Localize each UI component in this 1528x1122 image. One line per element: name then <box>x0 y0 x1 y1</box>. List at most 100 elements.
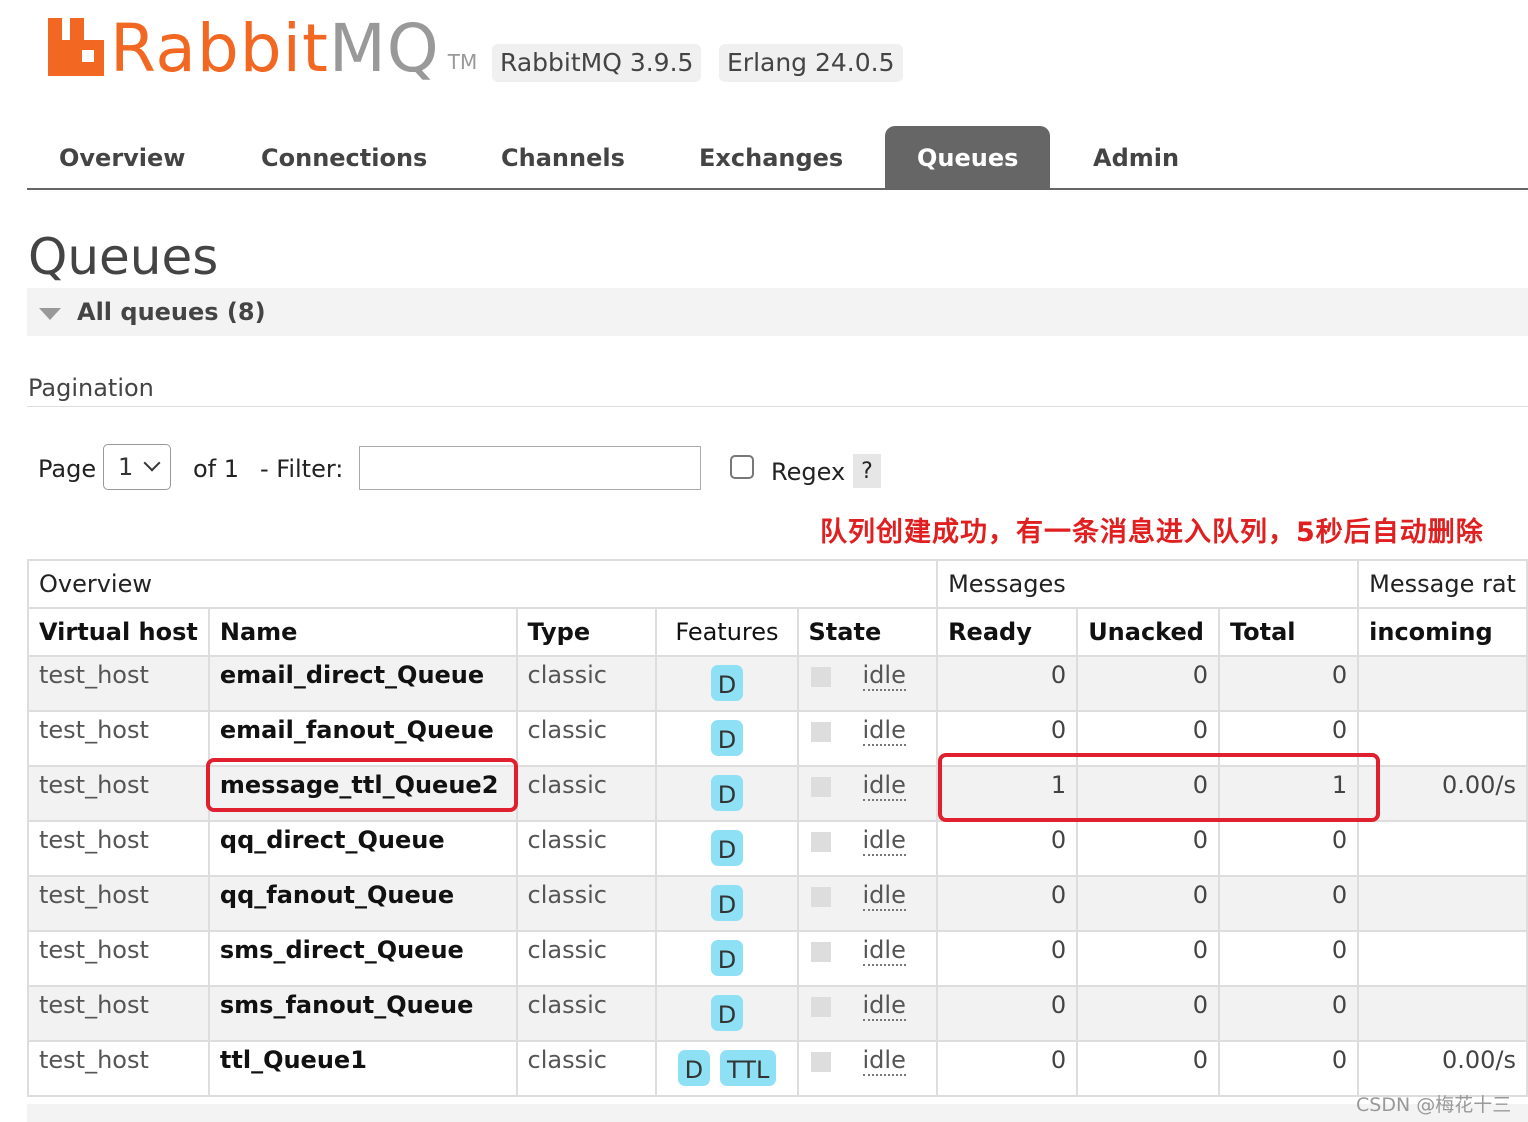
divider <box>27 406 1528 407</box>
column-header-features: Features <box>655 607 799 657</box>
durable-feature-badge: D <box>710 995 744 1031</box>
unacked-count: 0 <box>1076 875 1220 932</box>
durable-feature-badge: D <box>710 665 744 701</box>
vhost-cell: test_host <box>27 765 210 822</box>
rabbitmq-version-badge: RabbitMQ 3.9.5 <box>492 44 702 82</box>
type-cell: classic <box>515 765 658 822</box>
durable-feature-badge: D <box>710 830 744 866</box>
type-cell: classic <box>515 820 658 877</box>
vhost-cell: test_host <box>27 820 210 877</box>
column-header-incoming[interactable]: incoming <box>1357 607 1528 657</box>
features-cell: D <box>655 710 799 767</box>
queue-name-link[interactable]: qq_fanout_Queue <box>207 875 518 932</box>
incoming-rate <box>1357 655 1528 712</box>
durable-feature-badge: D <box>677 1050 711 1086</box>
queue-name-link[interactable]: qq_direct_Queue <box>207 820 518 877</box>
page-label: Page <box>38 455 97 483</box>
incoming-rate <box>1357 820 1528 877</box>
all-queues-section-header[interactable]: All queues (8) <box>27 288 1528 336</box>
unacked-count: 0 <box>1076 820 1220 877</box>
incoming-rate: 0.00/s <box>1357 1040 1528 1097</box>
durable-feature-badge: D <box>710 775 744 811</box>
next-section-header <box>27 1104 1528 1122</box>
group-header-overview: Overview <box>26 559 939 609</box>
durable-feature-badge: D <box>710 940 744 976</box>
tab-admin[interactable]: Admin <box>1061 126 1211 188</box>
chevron-down-icon <box>143 454 161 472</box>
filter-input[interactable] <box>359 446 701 490</box>
queue-name-link[interactable]: sms_direct_Queue <box>207 930 518 987</box>
vhost-cell: test_host <box>27 985 210 1042</box>
logo-text: RabbitMQ <box>110 10 440 87</box>
vhost-cell: test_host <box>27 875 210 932</box>
erlang-version-badge: Erlang 24.0.5 <box>719 44 903 82</box>
help-button[interactable]: ? <box>853 454 881 488</box>
type-cell: classic <box>515 875 658 932</box>
total-count: 0 <box>1217 655 1360 712</box>
regex-checkbox[interactable] <box>730 455 754 479</box>
queue-name-link[interactable]: email_direct_Queue <box>207 655 518 712</box>
tab-exchanges[interactable]: Exchanges <box>667 126 875 188</box>
state-cell: idle <box>796 875 939 932</box>
unacked-count: 0 <box>1076 655 1220 712</box>
features-cell: D <box>655 875 799 932</box>
column-header-state[interactable]: State <box>796 607 939 657</box>
type-cell: classic <box>515 655 658 712</box>
column-header-virtual-host[interactable]: Virtual host <box>27 607 210 657</box>
state-indicator-icon <box>810 722 831 742</box>
ready-count: 0 <box>936 655 1079 712</box>
group-header-message-rates: Message rat <box>1357 559 1528 609</box>
column-header-total[interactable]: Total <box>1217 607 1360 657</box>
column-header-type[interactable]: Type <box>515 607 658 657</box>
column-header-ready[interactable]: Ready <box>936 607 1079 657</box>
total-count: 0 <box>1217 985 1360 1042</box>
total-count: 0 <box>1217 875 1360 932</box>
type-cell: classic <box>515 1040 658 1097</box>
ready-count: 0 <box>936 820 1079 877</box>
filter-label: - Filter: <box>260 455 344 483</box>
state-label: idle <box>862 826 906 856</box>
tab-channels[interactable]: Channels <box>469 126 657 188</box>
state-indicator-icon <box>810 832 831 852</box>
state-indicator-icon <box>810 942 831 962</box>
table-row: test_host sms_fanout_Queue classic Didle 0 0 0 <box>27 985 1528 1042</box>
table-row: test_host qq_fanout_Queue classic Didle 0 0 0 <box>27 875 1528 932</box>
vhost-cell: test_host <box>27 655 210 712</box>
unacked-count: 0 <box>1076 930 1220 987</box>
incoming-rate <box>1357 985 1528 1042</box>
state-label: idle <box>862 1046 906 1076</box>
vhost-cell: test_host <box>27 930 210 987</box>
features-cell: D <box>655 930 799 987</box>
column-header-unacked[interactable]: Unacked <box>1076 607 1220 657</box>
state-cell: idle <box>796 765 939 822</box>
total-count: 0 <box>1217 820 1360 877</box>
group-header-messages: Messages <box>936 559 1360 609</box>
incoming-rate <box>1357 930 1528 987</box>
unacked-count: 0 <box>1076 1040 1220 1097</box>
type-cell: classic <box>515 985 658 1042</box>
ready-count: 0 <box>936 985 1079 1042</box>
state-cell: idle <box>796 985 939 1042</box>
tab-overview[interactable]: Overview <box>27 126 217 188</box>
queue-name-link[interactable]: sms_fanout_Queue <box>207 985 518 1042</box>
page-count-label: of 1 <box>193 455 240 483</box>
ttl-feature-badge: TTL <box>720 1050 777 1086</box>
page-select[interactable]: 1 <box>103 444 171 490</box>
durable-feature-badge: D <box>710 885 744 921</box>
state-indicator-icon <box>810 667 831 687</box>
rabbitmq-logo[interactable]: RabbitMQ TM <box>48 8 477 82</box>
queues-table: Overview Messages Message rat Virtual ho… <box>26 559 1528 1097</box>
queue-name-link[interactable]: ttl_Queue1 <box>207 1040 518 1097</box>
state-label: idle <box>862 881 906 911</box>
rabbit-icon <box>48 18 104 76</box>
tab-queues[interactable]: Queues <box>885 126 1051 188</box>
vhost-cell: test_host <box>27 710 210 767</box>
tab-connections[interactable]: Connections <box>229 126 459 188</box>
state-cell: idle <box>796 710 939 767</box>
table-row: test_host email_direct_Queue classic Didle 0… <box>27 655 1528 712</box>
state-label: idle <box>862 771 906 801</box>
state-cell: idle <box>796 655 939 712</box>
logo-trademark: TM <box>447 50 478 74</box>
column-header-name[interactable]: Name <box>207 607 518 657</box>
collapse-triangle-icon <box>39 308 61 320</box>
